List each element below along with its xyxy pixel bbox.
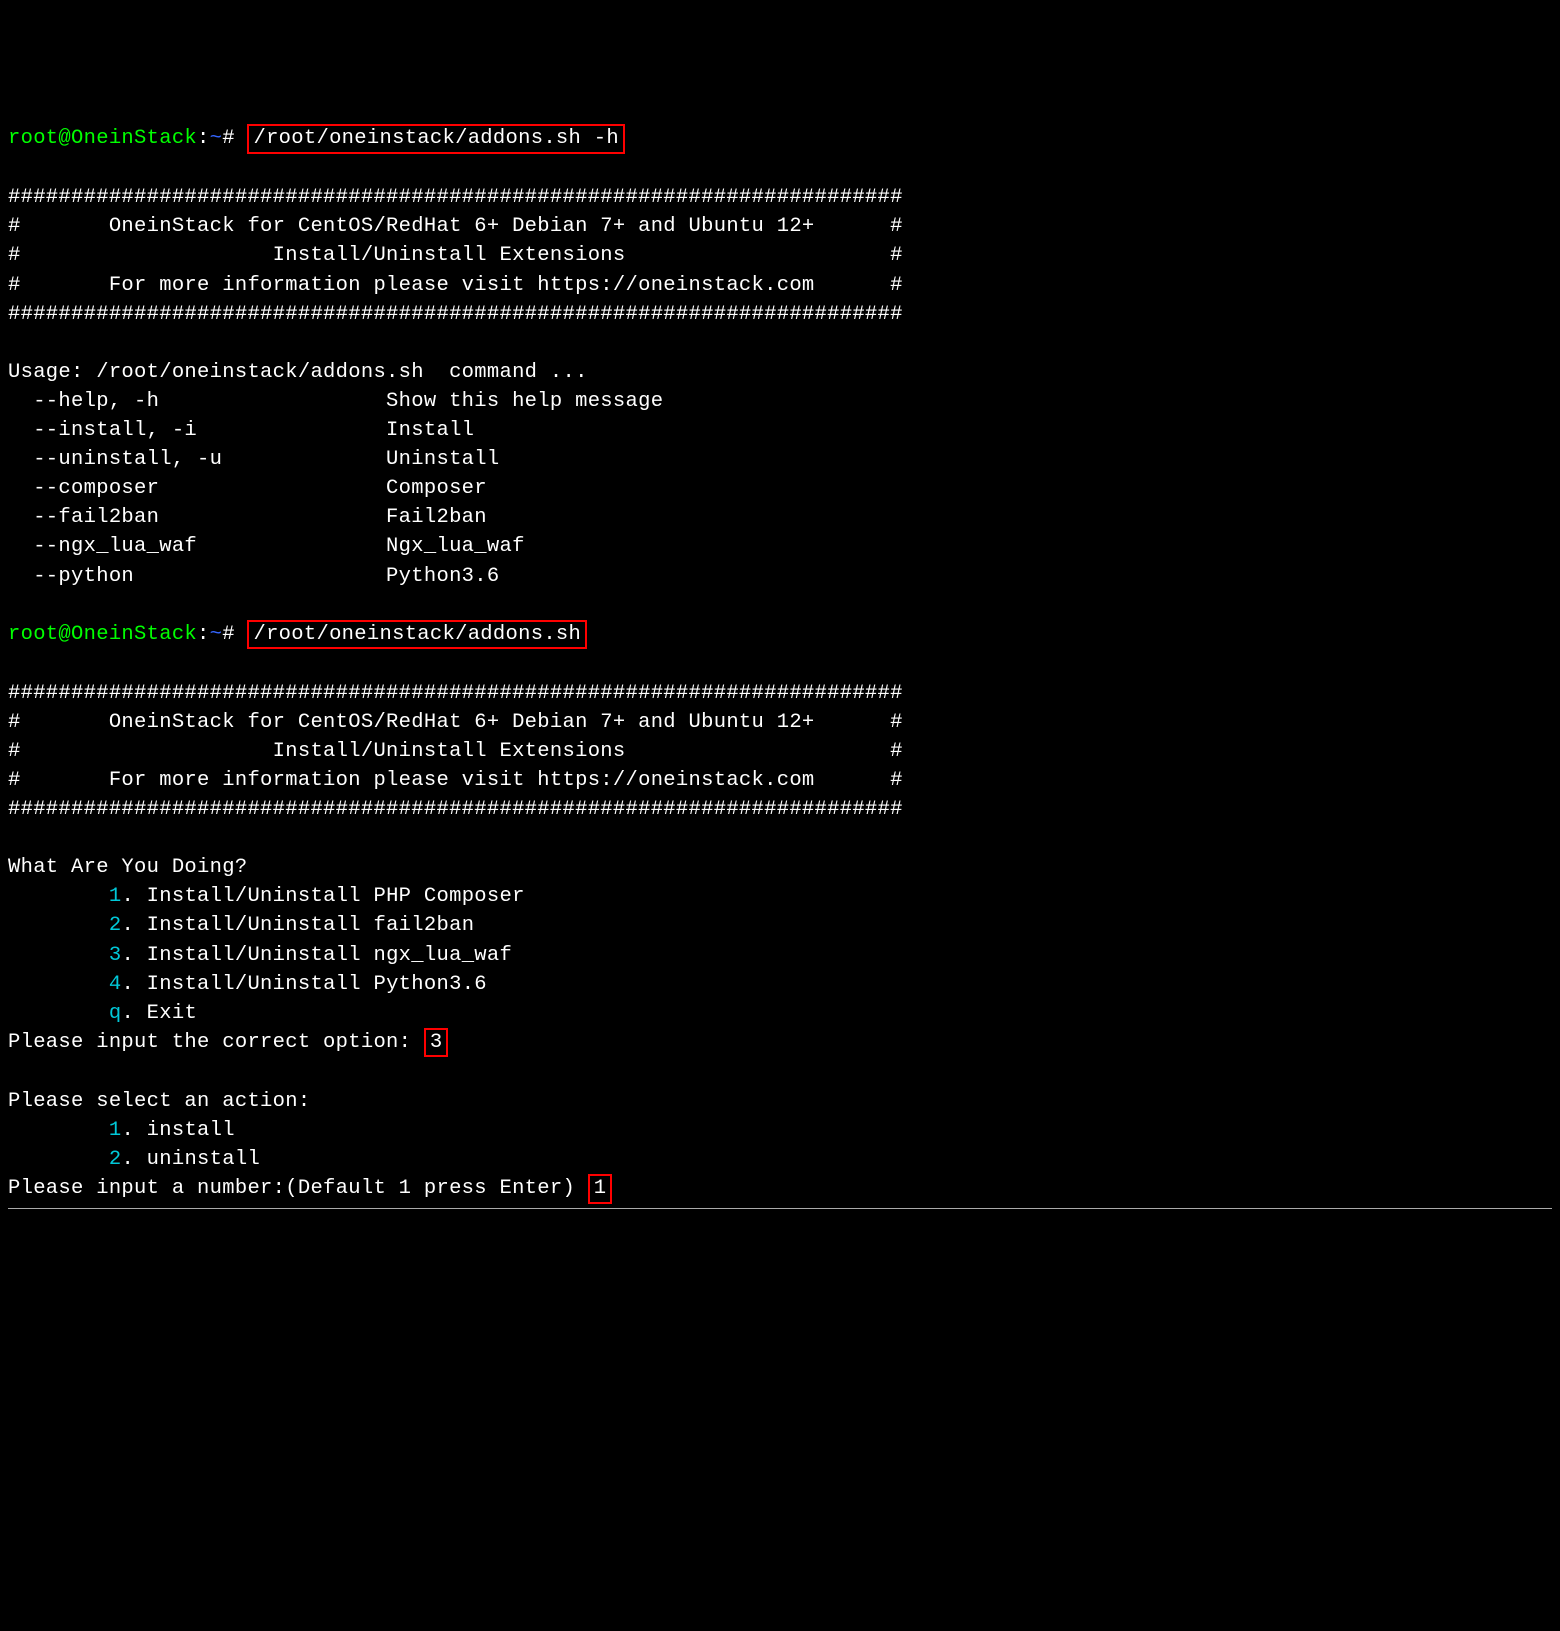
action-indent [8, 1148, 109, 1171]
menu-item-num: 2 [109, 914, 122, 937]
banner-line-2: # Install/Uninstall Extensions # [8, 244, 903, 267]
banner-line-1: # OneinStack for CentOS/RedHat 6+ Debian… [8, 711, 903, 734]
menu-input[interactable]: 3 [424, 1028, 449, 1058]
menu-item-label: . Install/Uninstall fail2ban [121, 914, 474, 937]
action-prompt: Please input a number:(Default 1 press E… [8, 1177, 588, 1200]
prompt-colon: : [197, 127, 210, 150]
menu-item-label: . Install/Uninstall PHP Composer [121, 885, 524, 908]
prompt-colon: : [197, 623, 210, 646]
prompt-userhost: root@OneinStack [8, 623, 197, 646]
menu-title: What Are You Doing? [8, 856, 247, 879]
usage-opt-fail2ban: --fail2ban Fail2ban [8, 506, 487, 529]
prompt-hash: # [222, 127, 247, 150]
menu-item-num: q [109, 1002, 122, 1025]
usage-header: Usage: /root/oneinstack/addons.sh comman… [8, 361, 588, 384]
banner-border: ########################################… [8, 682, 903, 705]
usage-opt-composer: --composer Composer [8, 477, 487, 500]
prompt-tilde: ~ [210, 623, 223, 646]
banner-border: ########################################… [8, 798, 903, 821]
usage-opt-python: --python Python3.6 [8, 565, 499, 588]
banner-border: ########################################… [8, 186, 903, 209]
action-item-label: . uninstall [121, 1148, 260, 1171]
action-item-num: 1 [109, 1119, 122, 1142]
usage-opt-uninstall: --uninstall, -u Uninstall [8, 448, 499, 471]
usage-opt-help: --help, -h Show this help message [8, 390, 663, 413]
banner-line-2: # Install/Uninstall Extensions # [8, 740, 903, 763]
menu-indent [8, 914, 109, 937]
action-indent [8, 1119, 109, 1142]
banner-border: ########################################… [8, 303, 903, 326]
prompt-userhost: root@OneinStack [8, 127, 197, 150]
prompt-tilde: ~ [210, 127, 223, 150]
menu-prompt: Please input the correct option: [8, 1031, 424, 1054]
banner-line-3: # For more information please visit http… [8, 769, 903, 792]
usage-opt-install: --install, -i Install [8, 419, 474, 442]
menu-item-label: . Install/Uninstall ngx_lua_waf [121, 944, 512, 967]
action-input[interactable]: 1 [588, 1174, 613, 1204]
menu-indent [8, 973, 109, 996]
menu-indent [8, 944, 109, 967]
usage-opt-ngx: --ngx_lua_waf Ngx_lua_waf [8, 535, 525, 558]
menu-item-num: 3 [109, 944, 122, 967]
action-title: Please select an action: [8, 1090, 310, 1113]
terminal-output: root@OneinStack:~# /root/oneinstack/addo… [8, 127, 903, 1199]
command-line-1[interactable]: /root/oneinstack/addons.sh -h [247, 124, 624, 154]
command-line-2[interactable]: /root/oneinstack/addons.sh [247, 620, 587, 650]
banner-line-3: # For more information please visit http… [8, 274, 903, 297]
menu-item-num: 1 [109, 885, 122, 908]
menu-indent [8, 885, 109, 908]
bottom-divider [8, 1208, 1552, 1209]
action-item-label: . install [121, 1119, 234, 1142]
prompt-hash: # [222, 623, 247, 646]
banner-line-1: # OneinStack for CentOS/RedHat 6+ Debian… [8, 215, 903, 238]
menu-indent [8, 1002, 109, 1025]
menu-item-label: . Exit [121, 1002, 197, 1025]
action-item-num: 2 [109, 1148, 122, 1171]
menu-item-label: . Install/Uninstall Python3.6 [121, 973, 486, 996]
menu-item-num: 4 [109, 973, 122, 996]
